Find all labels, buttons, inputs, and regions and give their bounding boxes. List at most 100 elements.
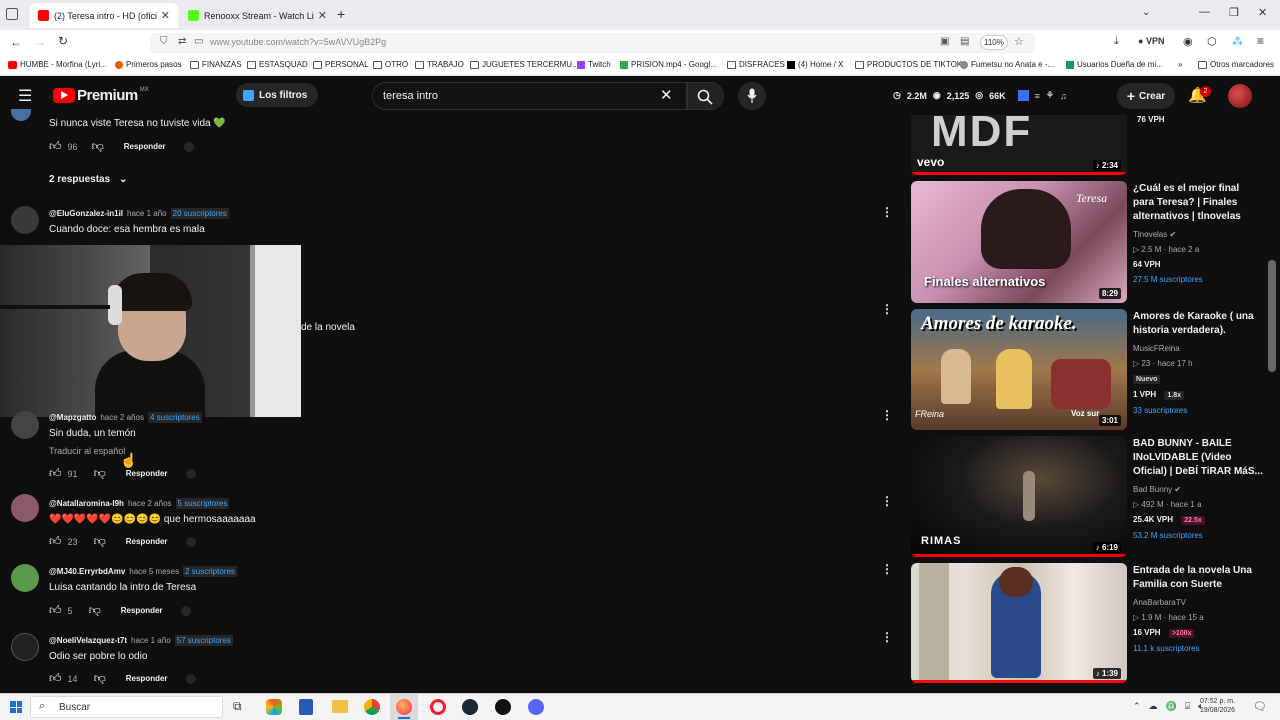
bookmark-folder[interactable]: OTRO	[373, 60, 408, 69]
extension-icon[interactable]	[185, 673, 196, 684]
reply-button[interactable]: Responder	[126, 537, 168, 546]
video-title[interactable]: Entrada de la novela Una Familia con Sue…	[1133, 564, 1263, 592]
video-title[interactable]: BAD BUNNY - BAILE INoLVIDABLE (Video Ofi…	[1133, 437, 1263, 479]
video-thumbnail[interactable]: MDF vevo ♪ 2:34	[911, 115, 1127, 175]
bookmark-item[interactable]: PRISION.mp4 - Googl...	[620, 60, 717, 69]
video-info[interactable]: ¿Cuál es el mejor final para Teresa? | F…	[1133, 182, 1263, 287]
task-view-icon[interactable]: ⧉	[233, 699, 242, 714]
like-icon[interactable]: 👍︎	[49, 534, 62, 549]
dislike-icon[interactable]: 👎︎	[94, 534, 106, 549]
opera-icon[interactable]	[430, 699, 446, 715]
extension-icon[interactable]: ⁂	[1232, 35, 1243, 48]
video-info[interactable]: Amores de Karaoke ( una historia verdade…	[1133, 310, 1263, 418]
clock[interactable]: 07:52 p. m. 19/08/2026	[1200, 697, 1235, 715]
bookmark-item[interactable]: Usuarios Dueña de mi...	[1066, 60, 1163, 69]
more-options-icon[interactable]: ⋮	[881, 494, 893, 508]
video-title[interactable]: Amores de Karaoke ( una historia verdade…	[1133, 310, 1263, 338]
permissions-icon[interactable]: ⇄	[178, 36, 186, 47]
reply-button[interactable]: Responder	[126, 674, 168, 683]
search-button[interactable]	[687, 82, 724, 110]
page-info-icon[interactable]: ▭	[194, 36, 203, 47]
url-text[interactable]: www.youtube.com/watch?v=5wAVVUgB2Pg	[210, 37, 386, 47]
chrome-icon[interactable]	[364, 699, 380, 715]
bookmark-item[interactable]: HUMBE - Morfina (Lyri...	[8, 60, 107, 69]
zoom-level[interactable]: 110%	[980, 35, 1008, 50]
create-button[interactable]: + Crear	[1117, 83, 1175, 109]
more-options-icon[interactable]: ⋮	[881, 205, 893, 219]
tab-youtube[interactable]: (2) Teresa intro - HD (oficial) - Y ✕	[30, 3, 178, 28]
reply-button[interactable]: Responder	[126, 469, 168, 478]
headset-icon[interactable]: ♎	[1166, 701, 1177, 712]
bookmark-item[interactable]: Fumetsu no Anata e -...	[960, 60, 1054, 69]
more-options-icon[interactable]: ⋮	[881, 562, 893, 576]
like-icon[interactable]: 👍︎	[49, 603, 62, 618]
extensions-icon[interactable]: ⬡	[1207, 35, 1217, 48]
dislike-icon[interactable]: 👎︎	[89, 603, 101, 618]
reload-icon[interactable]: ↻	[58, 34, 68, 48]
extension-icon[interactable]	[180, 605, 191, 616]
comment-author[interactable]: @Natallaromina-I9h	[49, 499, 124, 508]
forward-icon[interactable]: →	[34, 35, 46, 49]
video-thumbnail[interactable]: ♪ 1:39	[911, 563, 1127, 683]
restore-icon[interactable]: ❐	[1229, 6, 1239, 19]
replies-toggle[interactable]: 2 respuestas ⌄	[49, 174, 127, 185]
cloud-icon[interactable]: ☁	[1149, 701, 1158, 712]
address-bar[interactable]: ⛉ ⇄ ▭ www.youtube.com/watch?v=5wAVVUgB2P…	[150, 33, 1035, 53]
channel-name[interactable]: Bad Bunny	[1133, 485, 1172, 494]
bookmark-folder[interactable]: TRABAJO	[415, 60, 464, 69]
bookmark-item[interactable]: (4) Home / X	[787, 60, 843, 69]
channel-name[interactable]: MusicFReina	[1133, 341, 1263, 356]
tools-icon[interactable]: ⚘	[1046, 90, 1054, 101]
search-input[interactable]: teresa intro	[383, 90, 438, 102]
network-icon[interactable]: ⌸	[1185, 701, 1190, 712]
video-thumbnail[interactable]: RIMAS ♪ 6:19	[911, 436, 1127, 557]
channel-name[interactable]: AnaBarbaraTV	[1133, 595, 1263, 610]
more-options-icon[interactable]: ⋮	[881, 408, 893, 422]
close-tab-icon[interactable]: ✕	[157, 9, 170, 22]
extension-icon[interactable]	[185, 468, 196, 479]
hamburger-menu-icon[interactable]: ☰	[18, 86, 32, 106]
avatar[interactable]	[11, 109, 31, 121]
menu-icon[interactable]: ≡	[1257, 34, 1264, 48]
copilot-icon[interactable]	[266, 699, 282, 715]
youtube-logo[interactable]: Premium MX	[53, 87, 149, 104]
discord-icon[interactable]	[528, 699, 544, 715]
comment-time[interactable]: hace 2 años	[100, 413, 144, 422]
comment-time[interactable]: hace 1 año	[131, 636, 171, 645]
bell-off-icon[interactable]: ♫	[1060, 91, 1067, 101]
bookmark-folder[interactable]: JUGUETES TERCERMU...	[470, 60, 579, 69]
reply-button[interactable]: Responder	[124, 142, 166, 151]
bookmark-item[interactable]: Primeros pasos	[115, 60, 182, 69]
comment-author[interactable]: @NoeliVelazquez-t7t	[49, 636, 127, 645]
dislike-icon[interactable]: 👎︎	[94, 671, 106, 686]
video-info[interactable]: BAD BUNNY - BAILE INoLVIDABLE (Video Ofi…	[1133, 437, 1263, 543]
taskbar-search-input[interactable]: Buscar	[59, 702, 90, 713]
list-icon[interactable]: ≡	[1035, 91, 1040, 101]
firefox-taskbar-active[interactable]	[390, 694, 418, 720]
video-thumbnail[interactable]: Amores de karaoke. FReina Voz sur 3:01	[911, 309, 1127, 430]
extension-icon[interactable]	[183, 141, 194, 152]
search-box[interactable]: teresa intro ✕	[372, 82, 687, 110]
video-info[interactable]: Entrada de la novela Una Familia con Sue…	[1133, 564, 1263, 656]
chevron-down-icon[interactable]: ⌄	[1142, 7, 1150, 18]
tab-list-icon[interactable]	[6, 8, 18, 20]
bookmark-folder[interactable]: PRODUCTOS DE TIKTOK	[855, 60, 962, 69]
like-icon[interactable]: 👍︎	[49, 671, 62, 686]
app-icon[interactable]	[299, 699, 313, 715]
comment-time[interactable]: hace 5 meses	[129, 567, 179, 576]
more-bookmarks-icon[interactable]: »	[1178, 60, 1182, 69]
comment-author[interactable]: @EluGonzalez-in1il	[49, 209, 123, 218]
like-icon[interactable]: 👍︎	[49, 466, 62, 481]
back-icon[interactable]: ←	[10, 35, 22, 49]
obs-icon[interactable]	[495, 699, 511, 715]
vpn-button[interactable]: ● VPN	[1138, 36, 1164, 46]
extension-badge-icon[interactable]	[1017, 90, 1029, 101]
screenshot-icon[interactable]: ▣	[940, 36, 949, 47]
close-tab-icon[interactable]: ✕	[314, 9, 327, 22]
video-title[interactable]: ¿Cuál es el mejor final para Teresa? | F…	[1133, 182, 1263, 224]
scrollbar-thumb[interactable]	[1268, 260, 1276, 372]
bookmark-folder[interactable]: FINANZAS	[190, 60, 242, 69]
like-icon[interactable]: 👍︎	[49, 139, 62, 154]
avatar[interactable]	[11, 564, 39, 592]
bookmark-item[interactable]: Twitch	[577, 60, 611, 69]
